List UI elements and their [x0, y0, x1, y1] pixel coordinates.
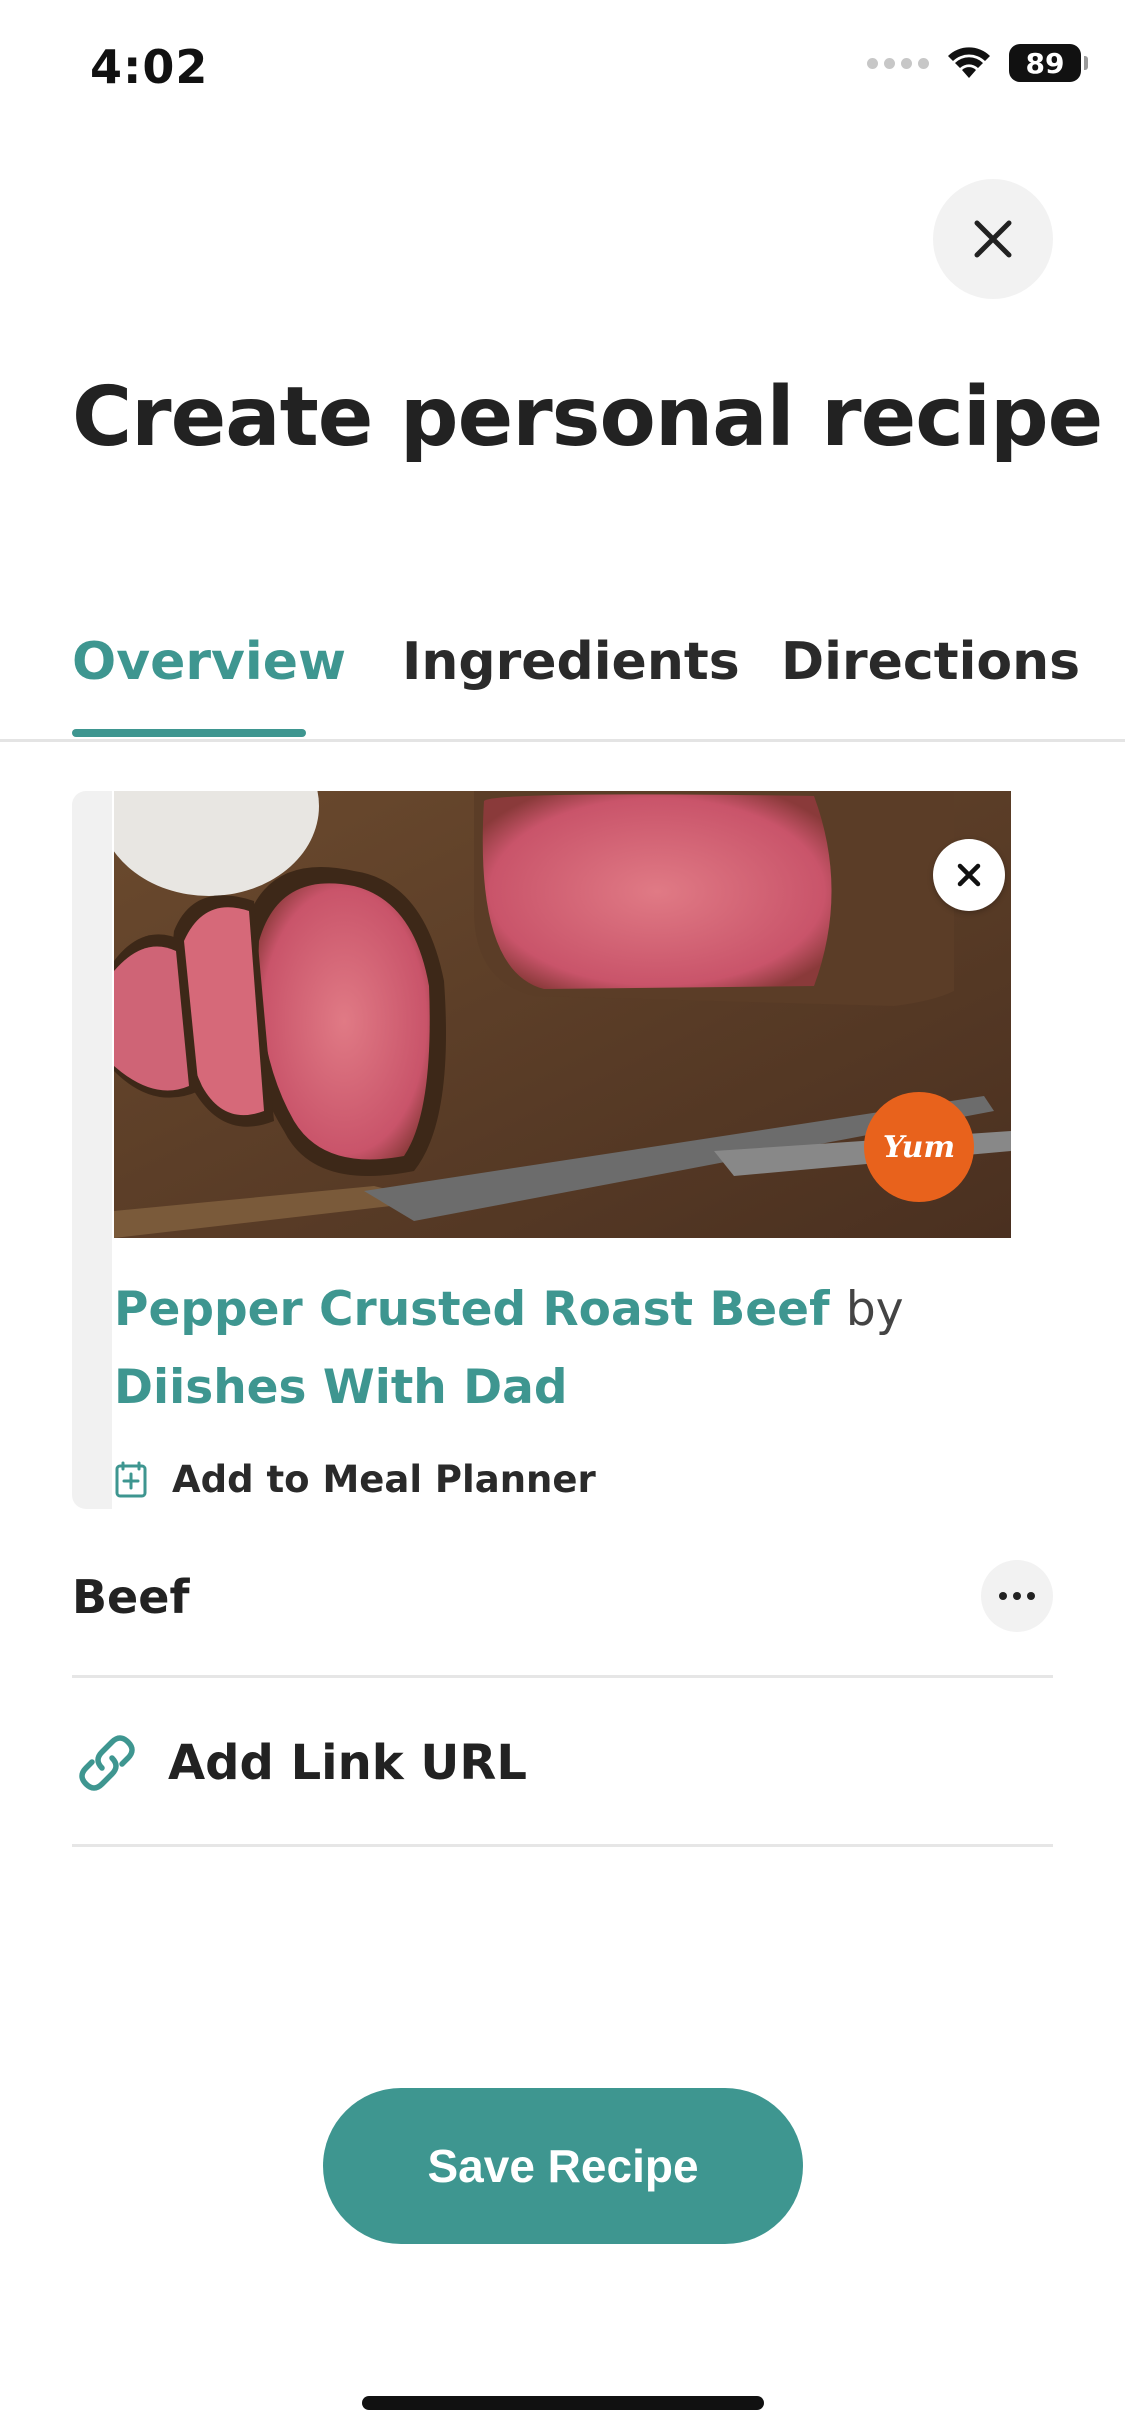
- category-label: Beef: [72, 1570, 190, 1624]
- recipe-author-link[interactable]: Diishes With Dad: [114, 1360, 1014, 1415]
- tab-ingredients[interactable]: Ingredients: [402, 632, 740, 692]
- category-row: Beef: [72, 1560, 1053, 1678]
- status-indicators: 89: [867, 44, 1088, 82]
- close-icon: [974, 220, 1012, 258]
- home-indicator: [362, 2396, 764, 2410]
- remove-photo-button[interactable]: [933, 839, 1005, 911]
- wifi-icon: [948, 47, 990, 78]
- status-time: 4:02: [90, 40, 209, 94]
- meal-planner-label: Add to Meal Planner: [172, 1458, 596, 1501]
- add-link-url-button[interactable]: Add Link URL: [72, 1681, 1053, 1847]
- tab-overview[interactable]: Overview: [72, 632, 346, 692]
- more-options-button[interactable]: [981, 1560, 1053, 1632]
- save-recipe-button[interactable]: Save Recipe: [323, 2088, 803, 2244]
- photo-remove-icon: [957, 863, 981, 887]
- add-to-meal-planner-button[interactable]: Add to Meal Planner: [114, 1458, 596, 1501]
- recipe-title-link[interactable]: Pepper Crusted Roast Beef: [114, 1282, 830, 1337]
- tab-directions[interactable]: Directions: [781, 632, 1080, 692]
- page-title: Create personal recipe: [72, 370, 1103, 465]
- signal-icon: [867, 57, 929, 69]
- recipe-by-text: by: [845, 1282, 904, 1337]
- tab-bar: Overview Ingredients Directions: [0, 620, 1125, 742]
- link-icon: [79, 1734, 135, 1791]
- recipe-card-background: [72, 791, 112, 1509]
- close-button[interactable]: [933, 179, 1053, 299]
- battery-icon: 89: [1009, 44, 1088, 82]
- calendar-add-icon: [115, 1461, 147, 1497]
- recipe-title-line: Pepper Crusted Roast Beef by: [114, 1282, 1014, 1337]
- add-link-url-label: Add Link URL: [168, 1734, 527, 1791]
- active-tab-indicator: [72, 729, 306, 737]
- more-icon: [999, 1592, 1007, 1600]
- yum-badge: Yum: [864, 1092, 974, 1202]
